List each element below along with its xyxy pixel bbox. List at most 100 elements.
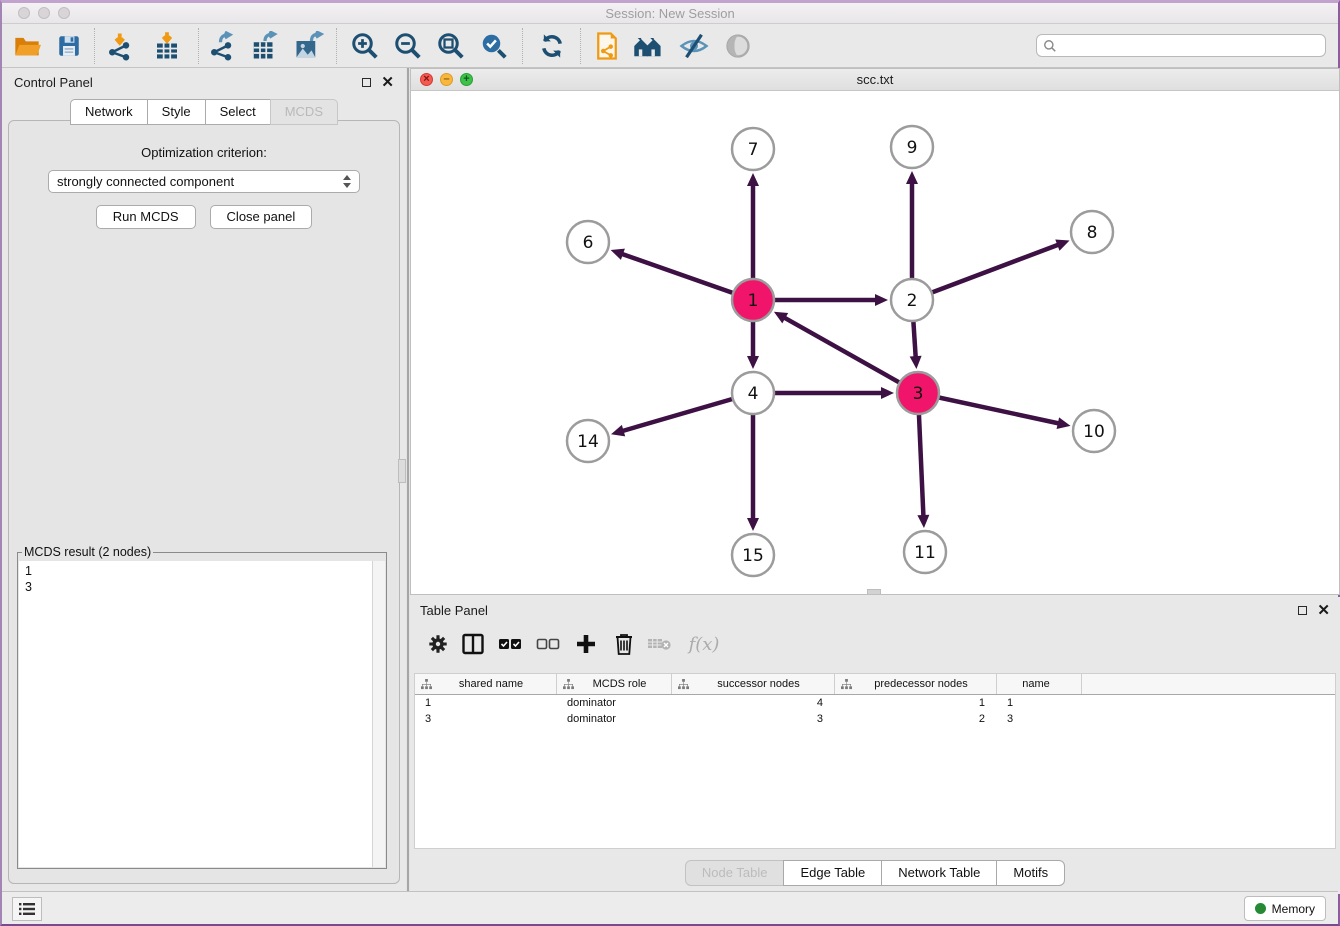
optimization-dropdown[interactable]: strongly connected component — [48, 170, 360, 193]
column-header-successor-nodes[interactable]: successor nodes — [672, 674, 835, 694]
node-label-14: 14 — [577, 432, 599, 452]
memory-button[interactable]: Memory — [1244, 896, 1326, 921]
node-label-9: 9 — [907, 138, 918, 158]
main-toolbar — [2, 24, 1338, 68]
arrowhead-4-3 — [881, 387, 894, 399]
window-title: Session: New Session — [2, 6, 1338, 21]
network-minimize-icon[interactable]: – — [440, 73, 453, 86]
arrowhead-1-6 — [611, 249, 625, 260]
table-tabs: Node TableEdge TableNetwork TableMotifs — [410, 860, 1340, 886]
table-panel-title: Table Panel — [420, 603, 488, 618]
splitter-handle[interactable] — [398, 459, 406, 483]
close-table-panel-icon[interactable]: ✕ — [1317, 606, 1330, 615]
float-table-panel-icon[interactable] — [1298, 606, 1307, 615]
refresh-layout-icon[interactable] — [535, 29, 569, 63]
network-close-icon[interactable]: × — [420, 73, 433, 86]
search-input[interactable] — [1057, 39, 1325, 53]
clone-network-icon[interactable] — [590, 29, 624, 63]
arrowhead-4-14 — [611, 425, 625, 437]
column-header-name[interactable]: name — [997, 674, 1082, 694]
trash-icon[interactable] — [608, 628, 640, 660]
network-overview-icon[interactable] — [631, 29, 665, 63]
tab-edge-table[interactable]: Edge Table — [783, 860, 882, 886]
tab-network[interactable]: Network — [70, 99, 148, 125]
tab-motifs[interactable]: Motifs — [996, 860, 1065, 886]
column-header-predecessor-nodes[interactable]: predecessor nodes — [835, 674, 997, 694]
result-scrollbar[interactable] — [372, 561, 385, 867]
node-table[interactable]: shared nameMCDS rolesuccessor nodesprede… — [414, 673, 1336, 849]
tab-select[interactable]: Select — [205, 99, 271, 125]
export-table-icon[interactable] — [248, 29, 282, 63]
table-cell[interactable]: 3 — [415, 711, 557, 727]
canvas-resize-grip[interactable] — [867, 589, 881, 594]
table-cell[interactable]: 3 — [997, 711, 1082, 727]
node-label-7: 7 — [748, 140, 759, 160]
tab-node-table[interactable]: Node Table — [685, 860, 785, 886]
node-label-2: 2 — [907, 291, 918, 311]
mcds-result-lines: 13 — [19, 561, 385, 597]
table-cell[interactable]: dominator — [557, 711, 672, 727]
deselect-all-icon[interactable] — [532, 628, 564, 660]
node-label-4: 4 — [748, 384, 759, 404]
edge-2-8[interactable] — [912, 244, 1059, 300]
table-row[interactable]: 1dominator411 — [415, 695, 1335, 711]
table-row[interactable]: 3dominator323 — [415, 711, 1335, 727]
import-network-icon[interactable] — [104, 29, 138, 63]
select-all-icon[interactable] — [494, 628, 526, 660]
table-cell[interactable]: 1 — [835, 695, 997, 711]
table-cell[interactable]: 4 — [672, 695, 835, 711]
arrowhead-2-9 — [906, 171, 918, 184]
save-icon[interactable] — [52, 29, 86, 63]
table-cell[interactable]: dominator — [557, 695, 672, 711]
table-cell[interactable]: 1 — [415, 695, 557, 711]
close-panel-icon[interactable]: ✕ — [381, 78, 394, 87]
import-table-icon[interactable] — [150, 29, 184, 63]
node-label-10: 10 — [1083, 422, 1105, 442]
mcds-result-box: MCDS result (2 nodes) 13 — [17, 545, 387, 869]
zoom-out-icon[interactable] — [391, 29, 425, 63]
tab-style[interactable]: Style — [147, 99, 206, 125]
gear-icon[interactable] — [422, 628, 454, 660]
network-view-window: scc.txt × – + 7968124314101511 — [410, 68, 1340, 595]
table-cell[interactable]: 1 — [997, 695, 1082, 711]
add-icon[interactable] — [570, 628, 602, 660]
columns-icon[interactable] — [457, 628, 489, 660]
close-panel-button[interactable]: Close panel — [210, 205, 313, 229]
table-cell[interactable]: 3 — [672, 711, 835, 727]
table-cell[interactable]: 2 — [835, 711, 997, 727]
run-mcds-button[interactable]: Run MCDS — [96, 205, 196, 229]
hide-details-icon[interactable] — [677, 29, 711, 63]
edge-3-1[interactable] — [783, 317, 918, 393]
zoom-in-icon[interactable] — [348, 29, 382, 63]
inactive-eye-icon[interactable] — [721, 29, 755, 63]
export-image-icon[interactable] — [292, 29, 326, 63]
toolbar-separator — [198, 28, 199, 64]
column-type-icon — [421, 679, 432, 690]
zoom-fit-icon[interactable] — [434, 29, 468, 63]
node-label-15: 15 — [742, 546, 764, 566]
delete-table-icon — [644, 628, 676, 660]
tab-network-table[interactable]: Network Table — [881, 860, 997, 886]
zoom-selected-icon[interactable] — [477, 29, 511, 63]
export-network-icon[interactable] — [206, 29, 240, 63]
memory-status-icon — [1255, 903, 1266, 914]
network-titlebar[interactable]: scc.txt × – + — [411, 69, 1339, 91]
tab-mcds[interactable]: MCDS — [270, 99, 338, 125]
app-titlebar: Session: New Session — [2, 3, 1338, 24]
function-builder-icon: f(x) — [682, 628, 726, 660]
table-toolbar: f(x) — [410, 623, 1340, 667]
column-header-shared-name[interactable]: shared name — [415, 674, 557, 694]
arrowhead-2-8 — [1055, 239, 1069, 250]
node-label-3: 3 — [913, 384, 924, 404]
open-folder-icon[interactable] — [10, 29, 44, 63]
arrowhead-3-11 — [917, 515, 929, 528]
float-panel-icon[interactable] — [362, 78, 371, 87]
column-header-MCDS-role[interactable]: MCDS role — [557, 674, 672, 694]
search-field[interactable] — [1036, 34, 1326, 57]
network-maximize-icon[interactable]: + — [460, 73, 473, 86]
task-history-button[interactable] — [12, 897, 42, 921]
optimization-label: Optimization criterion: — [9, 145, 399, 160]
search-icon — [1043, 39, 1057, 53]
column-type-icon — [563, 679, 574, 690]
network-canvas[interactable]: 7968124314101511 — [411, 91, 1339, 594]
